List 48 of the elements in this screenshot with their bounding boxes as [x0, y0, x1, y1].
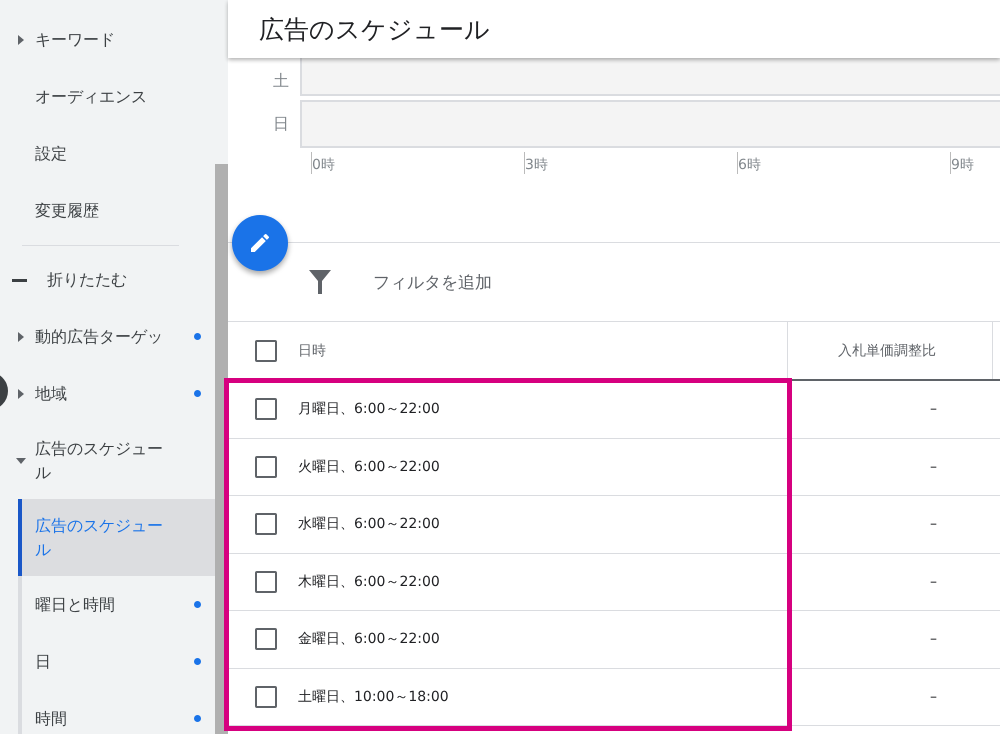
collapse-button[interactable]: 折りたたむ [10, 252, 215, 308]
table-cell: – [930, 631, 937, 648]
caret-icon [16, 458, 26, 464]
minus-icon [12, 278, 27, 282]
caret-icon [18, 332, 24, 342]
caret-icon [18, 34, 24, 44]
row-checkbox[interactable] [255, 570, 277, 593]
table-cell: – [930, 574, 937, 590]
table-cell: 木曜日、6:00～22:00 [298, 572, 440, 591]
sidebar-subitem[interactable]: 曜日と時間 [18, 576, 215, 633]
caret-icon [18, 388, 24, 398]
sidebar-subitem[interactable]: 日 [18, 633, 215, 690]
sidebar-item[interactable]: キーワード [10, 11, 215, 68]
sidebar-item[interactable]: 設定 [10, 125, 215, 182]
pencil-icon [248, 231, 272, 255]
table-cell: 水曜日、6:00～22:00 [298, 515, 440, 534]
row-checkbox[interactable] [255, 456, 277, 478]
table-cell: 金曜日、6:00～22:00 [298, 630, 440, 648]
hour-tick-label: 6時 [737, 152, 950, 174]
sidebar-item[interactable]: 地域 [10, 365, 215, 422]
row-checkbox[interactable] [255, 686, 277, 708]
sidebar-subitem[interactable]: 時間 [18, 690, 215, 734]
day-label: 日 [272, 114, 290, 134]
table-cell: 土曜日、10:00～18:00 [298, 688, 449, 706]
hour-tick-label: 3時 [524, 152, 737, 174]
table-cell: – [930, 401, 937, 418]
hour-tick-label: 0時 [311, 152, 524, 174]
table-cell: – [930, 458, 937, 475]
filter-icon[interactable] [309, 270, 331, 294]
sidebar-item[interactable]: 変更履歴 [10, 182, 215, 239]
sidebar-item[interactable]: 動的広告ターゲッ [10, 308, 215, 365]
row-checkbox[interactable] [255, 398, 277, 420]
sidebar-item[interactable]: 広告のスケジュール [10, 422, 215, 499]
select-all-checkbox[interactable] [255, 340, 277, 362]
edit-button[interactable] [232, 215, 288, 271]
column-header[interactable]: 日時 [298, 342, 326, 360]
row-checkbox[interactable] [255, 628, 277, 650]
day-label: 土 [272, 71, 290, 92]
table-cell: – [930, 688, 937, 705]
sidebar-item[interactable]: オーディエンス [10, 68, 215, 125]
table-cell: 月曜日、6:00～22:00 [298, 400, 440, 418]
page-title: 広告のスケジュール [259, 14, 490, 46]
add-filter-button[interactable]: フィルタを追加 [373, 270, 492, 294]
row-checkbox[interactable] [255, 513, 277, 536]
hour-tick-label: 9時 [950, 152, 1000, 174]
table-cell: – [930, 516, 937, 532]
table-cell: 火曜日、6:00～22:00 [298, 458, 440, 476]
column-header[interactable]: 入札単価調整比 [838, 342, 936, 360]
